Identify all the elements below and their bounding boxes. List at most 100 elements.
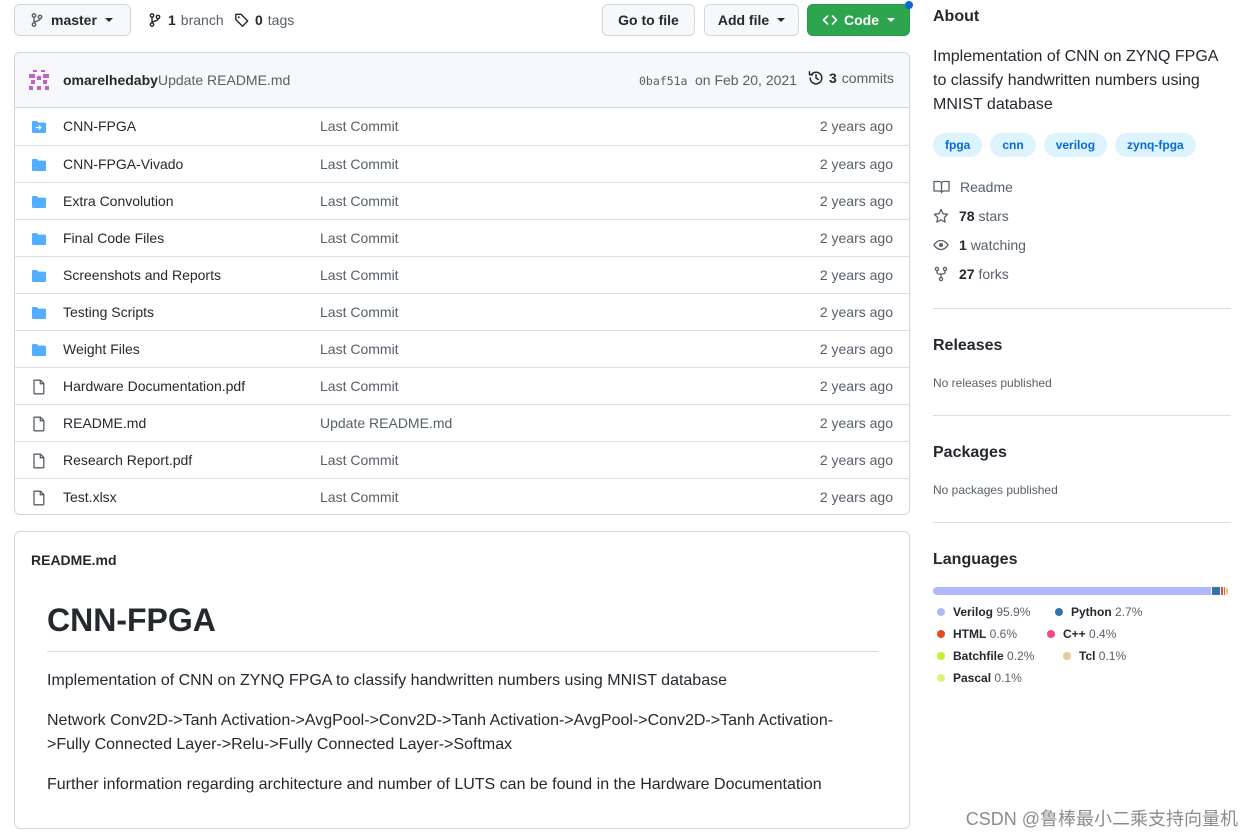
file-commit-message-link[interactable]: Last Commit bbox=[320, 156, 399, 172]
folder-icon bbox=[31, 194, 47, 210]
language-color-dot bbox=[937, 608, 945, 616]
file-row[interactable]: Final Code Files Last Commit 2 years ago bbox=[15, 219, 909, 256]
add-file-label: Add file bbox=[717, 12, 770, 28]
latest-commit-bar: omarelhedaby Update README.md 0baf51a on… bbox=[15, 53, 909, 108]
branch-select-button[interactable]: master bbox=[14, 4, 131, 36]
repo-description: Implementation of CNN on ZYNQ FPGA to cl… bbox=[933, 48, 1218, 113]
topic-tag[interactable]: zynq-fpga bbox=[1115, 133, 1196, 157]
language-percent: 2.7% bbox=[1115, 605, 1143, 619]
file-name-link[interactable]: Test.xlsx bbox=[63, 489, 117, 505]
file-icon bbox=[31, 453, 47, 469]
readme-link[interactable]: Readme bbox=[933, 179, 1013, 195]
file-commit-message-link[interactable]: Last Commit bbox=[320, 378, 399, 394]
readme-label: Readme bbox=[960, 179, 1013, 195]
file-rows: CNN-FPGA Last Commit 2 years ago CNN-FPGA-V… bbox=[15, 108, 909, 514]
file-row[interactable]: README.md Update README.md 2 years ago bbox=[15, 404, 909, 441]
chevron-down-icon bbox=[104, 18, 113, 22]
file-name-link[interactable]: Screenshots and Reports bbox=[63, 267, 221, 283]
language-percent: 0.1% bbox=[1098, 649, 1127, 663]
tags-link[interactable]: 0 tags bbox=[234, 4, 294, 36]
language-bar-segment bbox=[1225, 587, 1227, 595]
file-commit-age: 2 years ago bbox=[819, 156, 893, 172]
file-name-link[interactable]: README.md bbox=[63, 415, 146, 431]
language-name: Verilog bbox=[953, 605, 994, 619]
folder-icon bbox=[31, 157, 47, 173]
language-bar-segment bbox=[933, 587, 1212, 595]
topic-tag[interactable]: fpga bbox=[933, 133, 983, 157]
branch-icon bbox=[147, 12, 163, 28]
commit-sha-link[interactable]: 0baf51a bbox=[639, 74, 687, 88]
branches-count: 1 bbox=[168, 12, 176, 28]
readme-paragraph: Implementation of CNN on ZYNQ FPGA to cl… bbox=[47, 672, 727, 689]
topic-tag[interactable]: cnn bbox=[990, 133, 1036, 157]
language-item[interactable]: Batchfile 0.2% bbox=[937, 649, 1034, 663]
releases-empty-text: No releases published bbox=[933, 376, 1052, 390]
add-file-button[interactable]: Add file bbox=[704, 4, 799, 36]
eye-icon bbox=[933, 237, 949, 253]
file-name-link[interactable]: Testing Scripts bbox=[63, 304, 154, 320]
language-color-dot bbox=[937, 630, 945, 638]
file-row[interactable]: Testing Scripts Last Commit 2 years ago bbox=[15, 293, 909, 330]
book-icon bbox=[933, 179, 950, 195]
language-percent: 0.1% bbox=[994, 671, 1022, 685]
language-bar bbox=[933, 587, 1229, 595]
commits-history-link[interactable]: 3 commits bbox=[808, 70, 894, 86]
sidebar-divider bbox=[933, 522, 1231, 523]
file-commit-message-link[interactable]: Update README.md bbox=[320, 415, 452, 431]
readme-divider bbox=[47, 651, 878, 652]
commit-message-link[interactable]: Update README.md bbox=[158, 72, 290, 88]
forks-label: forks bbox=[978, 266, 1009, 282]
file-commit-message-link[interactable]: Last Commit bbox=[320, 452, 399, 468]
file-commit-age: 2 years ago bbox=[819, 118, 893, 134]
language-bar-segment bbox=[1221, 587, 1223, 595]
topic-tag[interactable]: verilog bbox=[1043, 133, 1108, 157]
file-row[interactable]: Screenshots and Reports Last Commit 2 year… bbox=[15, 256, 909, 293]
file-name-link[interactable]: Hardware Documentation.pdf bbox=[63, 378, 245, 394]
file-commit-message-link[interactable]: Last Commit bbox=[320, 304, 399, 320]
file-row[interactable]: Test.xlsx Last Commit 2 years ago bbox=[15, 478, 909, 514]
commit-author-link[interactable]: omarelhedaby bbox=[63, 72, 158, 88]
file-name-link[interactable]: Extra Convolution bbox=[63, 193, 174, 209]
file-commit-age: 2 years ago bbox=[819, 267, 893, 283]
readme-filename[interactable]: README.md bbox=[31, 552, 117, 568]
file-row[interactable]: Weight Files Last Commit 2 years ago bbox=[15, 330, 909, 367]
file-commit-message-link[interactable]: Last Commit bbox=[320, 118, 399, 134]
language-item[interactable]: HTML 0.6% bbox=[937, 627, 1017, 641]
language-item[interactable]: Tcl 0.1% bbox=[1063, 649, 1126, 663]
language-item[interactable]: Python 2.7% bbox=[1055, 605, 1142, 619]
code-button[interactable]: Code bbox=[807, 4, 910, 36]
file-name-link[interactable]: Final Code Files bbox=[63, 230, 164, 246]
file-name-link[interactable]: Research Report.pdf bbox=[63, 452, 192, 468]
file-commit-age: 2 years ago bbox=[819, 304, 893, 320]
readme-paragraph: Network Conv2D->Tanh Activation->AvgPool… bbox=[47, 712, 834, 753]
stars-link[interactable]: 78 stars bbox=[933, 208, 1009, 224]
file-name-link[interactable]: Weight Files bbox=[63, 341, 140, 357]
watching-count: 1 bbox=[959, 237, 967, 253]
file-row[interactable]: Hardware Documentation.pdf Last Commit 2 y… bbox=[15, 367, 909, 404]
forks-link[interactable]: 27 forks bbox=[933, 266, 1009, 282]
file-row[interactable]: CNN-FPGA-Vivado Last Commit 2 years ago bbox=[15, 145, 909, 182]
file-row[interactable]: Research Report.pdf Last Commit 2 years ag… bbox=[15, 441, 909, 478]
language-percent: 0.4% bbox=[1089, 627, 1117, 641]
file-row[interactable]: Extra Convolution Last Commit 2 years ago bbox=[15, 182, 909, 219]
file-commit-message-link[interactable]: Last Commit bbox=[320, 267, 399, 283]
file-commit-message-link[interactable]: Last Commit bbox=[320, 341, 399, 357]
file-commit-message-link[interactable]: Last Commit bbox=[320, 489, 399, 505]
avatar[interactable] bbox=[29, 70, 49, 90]
language-item[interactable]: C++ 0.4% bbox=[1047, 627, 1116, 641]
go-to-file-button[interactable]: Go to file bbox=[602, 4, 695, 36]
language-item[interactable]: Verilog 95.9% bbox=[937, 605, 1030, 619]
file-name-link[interactable]: CNN-FPGA-Vivado bbox=[63, 156, 183, 172]
file-commit-message-link[interactable]: Last Commit bbox=[320, 193, 399, 209]
branches-link[interactable]: 1 branch bbox=[147, 4, 224, 36]
file-row[interactable]: CNN-FPGA Last Commit 2 years ago bbox=[15, 108, 909, 145]
packages-heading[interactable]: Packages bbox=[933, 444, 1007, 462]
watchers-link[interactable]: 1 watching bbox=[933, 237, 1026, 253]
language-item[interactable]: Pascal 0.1% bbox=[937, 671, 1022, 685]
releases-heading[interactable]: Releases bbox=[933, 337, 1002, 355]
file-commit-message-link[interactable]: Last Commit bbox=[320, 230, 399, 246]
tags-count: 0 bbox=[255, 12, 263, 28]
commits-label: commits bbox=[841, 70, 894, 86]
file-name-link[interactable]: CNN-FPGA bbox=[63, 118, 136, 134]
chevron-down-icon bbox=[887, 18, 895, 22]
